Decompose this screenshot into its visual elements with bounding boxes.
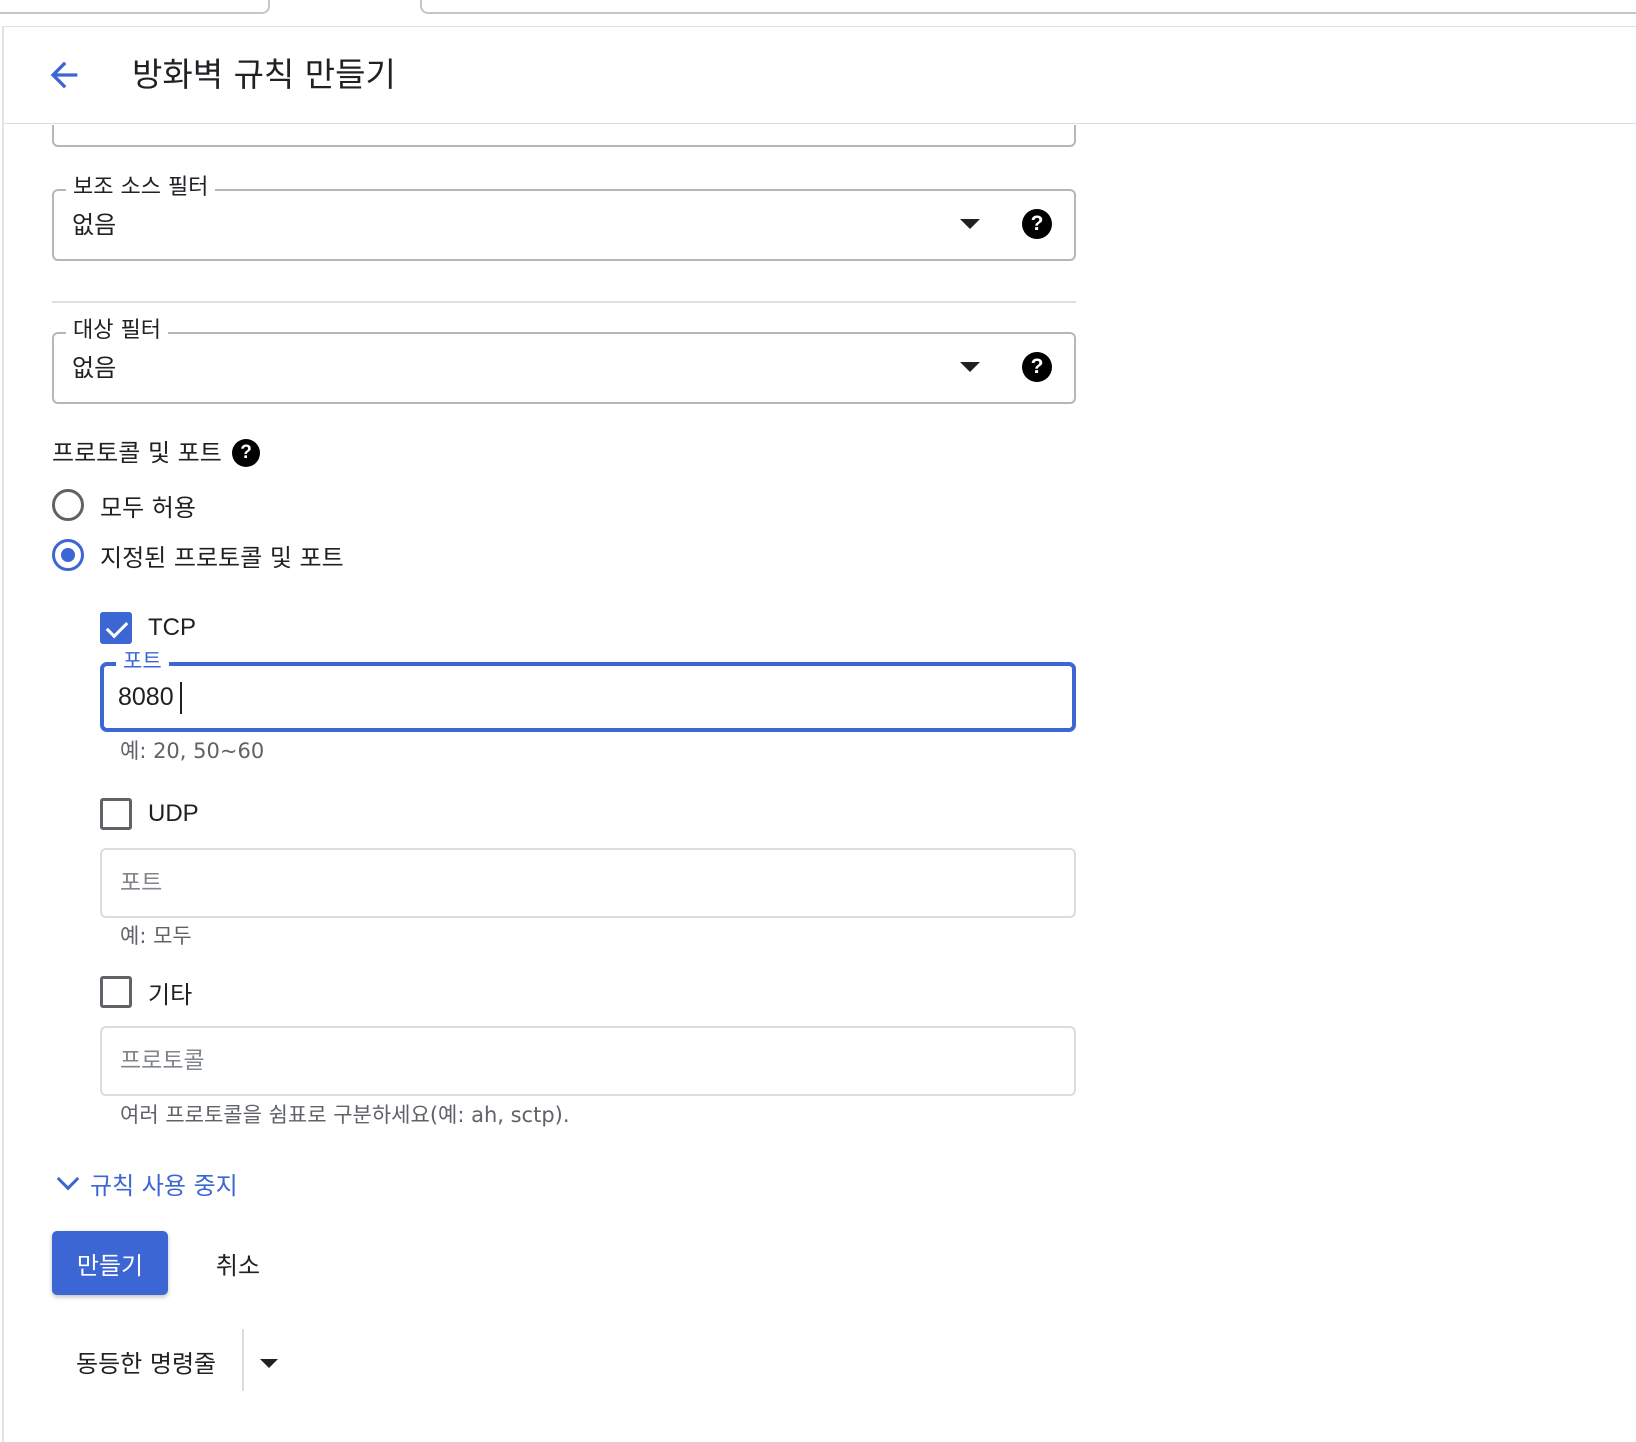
target-filter-value: 없음 — [72, 354, 117, 382]
back-button[interactable] — [36, 49, 92, 105]
tcp-checkbox[interactable] — [100, 612, 132, 644]
radio-specified-label: 지정된 프로토콜 및 포트 — [100, 543, 344, 572]
command-line-menu: 동등한 명령줄 — [52, 1329, 312, 1391]
target-filter-select[interactable]: 대상 필터 없음 ? — [52, 317, 1076, 404]
command-line-button[interactable]: 동등한 명령줄 — [76, 1341, 216, 1387]
udp-port-hint: 예: 모두 — [120, 924, 192, 948]
page: 방화벽 규칙 만들기 보조 소스 필터 없음 ? 대상 필터 없음 ? 프로토콜… — [0, 0, 1636, 1442]
udp-checkbox[interactable] — [100, 798, 132, 830]
button-divider — [242, 1329, 244, 1391]
tcp-port-hint: 예: 20, 50~60 — [120, 739, 265, 763]
udp-label: UDP — [148, 800, 199, 827]
udp-port-field[interactable] — [100, 848, 1076, 918]
other-checkbox[interactable] — [100, 976, 132, 1008]
disable-rule-toggle[interactable]: 규칙 사용 중지 — [52, 1163, 238, 1203]
radio-button-checked[interactable] — [52, 539, 84, 571]
section-divider — [52, 301, 1076, 303]
disable-rule-label: 규칙 사용 중지 — [90, 1171, 238, 1200]
page-header: 방화벽 규칙 만들기 — [4, 26, 1636, 124]
radio-allow-all[interactable]: 모두 허용 — [52, 487, 196, 523]
other-protocol-input[interactable] — [120, 1028, 1060, 1094]
firewall-rule-form: 보조 소스 필터 없음 ? 대상 필터 없음 ? 프로토콜 및 포트 ? 모두 … — [0, 125, 1636, 1442]
tcp-port-input[interactable] — [118, 666, 1058, 728]
tcp-checkbox-row[interactable]: TCP — [100, 611, 196, 645]
tab-right[interactable] — [420, 0, 1636, 14]
udp-checkbox-row[interactable]: UDP — [100, 797, 199, 831]
other-protocol-field[interactable] — [100, 1026, 1076, 1096]
arrow-back-icon — [44, 55, 84, 99]
protocols-ports-title: 프로토콜 및 포트 — [52, 439, 222, 467]
tcp-port-field[interactable]: 포트 — [100, 647, 1076, 732]
cancel-button[interactable]: 취소 — [196, 1231, 280, 1295]
help-icon[interactable]: ? — [1022, 352, 1052, 382]
radio-allow-all-label: 모두 허용 — [100, 493, 196, 522]
dropdown-arrow-icon — [960, 362, 980, 372]
tab-left[interactable] — [0, 0, 270, 14]
browser-tab-strip — [0, 0, 1636, 26]
dropdown-arrow-icon — [960, 219, 980, 229]
chevron-down-icon — [56, 1167, 80, 1191]
other-protocol-hint: 여러 프로토콜을 쉼표로 구분하세요(예: ah, sctp). — [120, 1103, 570, 1127]
other-label: 기타 — [148, 980, 193, 1009]
other-checkbox-row[interactable]: 기타 — [100, 975, 192, 1009]
radio-specified-protocols[interactable]: 지정된 프로토콜 및 포트 — [52, 537, 344, 573]
dropdown-arrow-icon[interactable] — [260, 1359, 278, 1368]
help-icon[interactable]: ? — [1022, 209, 1052, 239]
help-icon[interactable]: ? — [232, 439, 260, 467]
tcp-label: TCP — [148, 614, 196, 641]
udp-port-input[interactable] — [120, 850, 1060, 916]
create-button[interactable]: 만들기 — [52, 1231, 168, 1295]
previous-field[interactable] — [52, 125, 1076, 147]
text-caret — [180, 682, 182, 714]
secondary-source-filter-value: 없음 — [72, 211, 117, 239]
page-title: 방화벽 규칙 만들기 — [132, 55, 396, 94]
secondary-source-filter-select[interactable]: 보조 소스 필터 없음 ? — [52, 174, 1076, 261]
radio-button-unchecked[interactable] — [52, 489, 84, 521]
